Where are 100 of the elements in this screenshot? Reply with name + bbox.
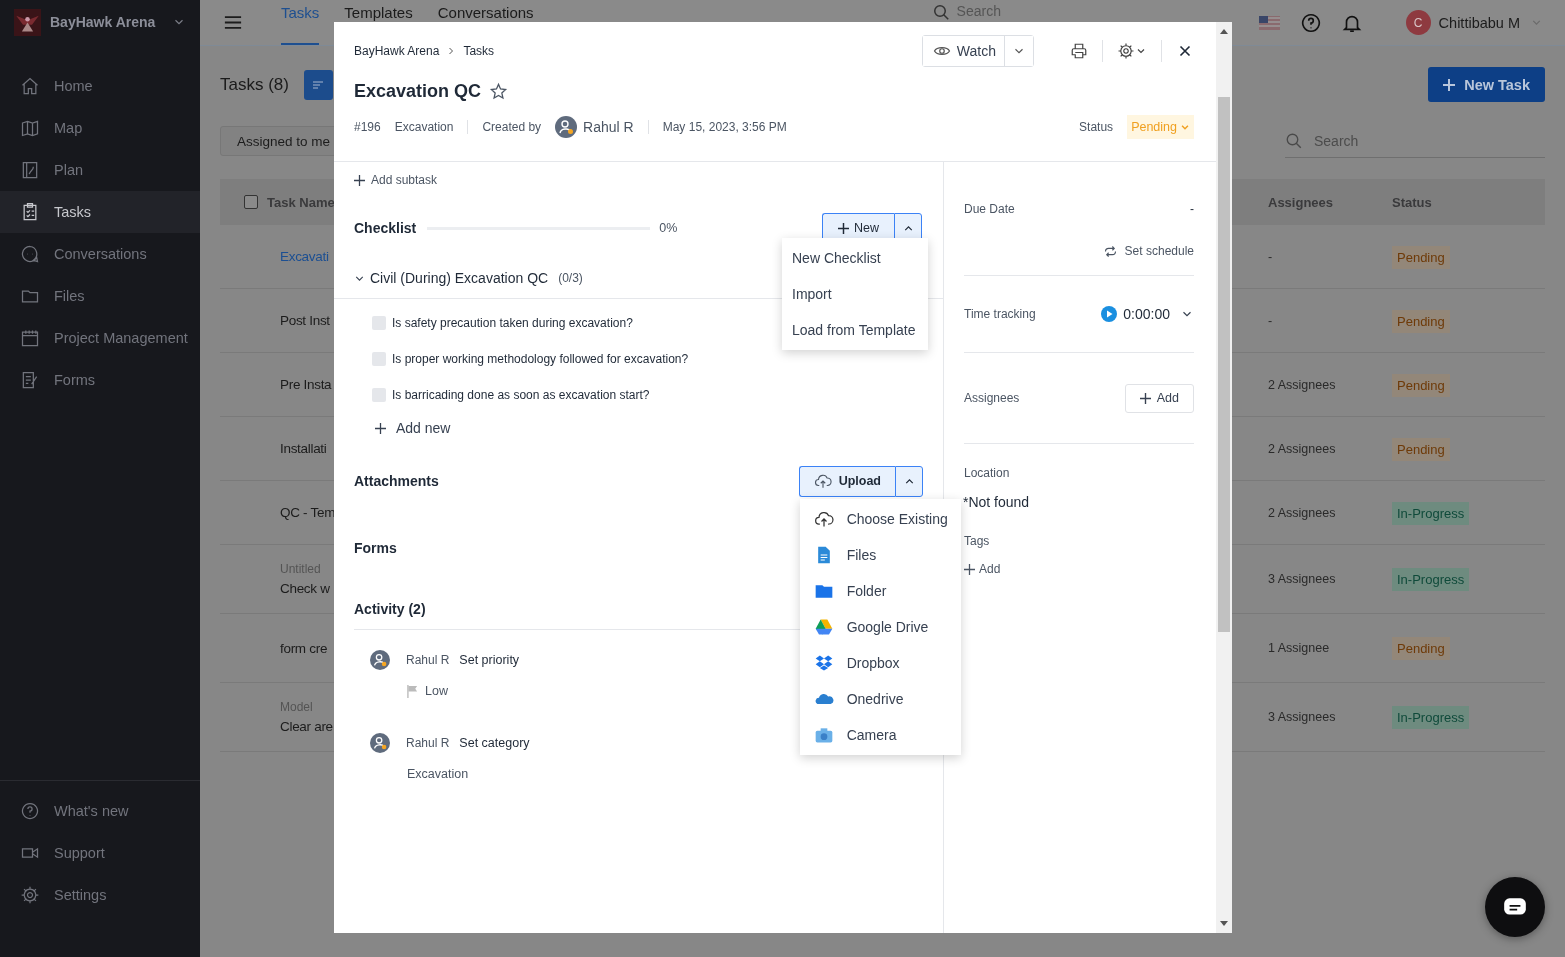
- caret-button[interactable]: [895, 465, 923, 497]
- settings-icon[interactable]: [1117, 42, 1147, 60]
- scroll-down-icon[interactable]: [1220, 921, 1228, 927]
- new-task-button[interactable]: New Task: [1428, 67, 1545, 102]
- page-title: Tasks (8): [220, 74, 289, 95]
- avatar-icon: [370, 650, 390, 670]
- chevron-down-icon: [1180, 122, 1190, 132]
- settings-icon: [20, 885, 40, 905]
- user-avatar[interactable]: C: [1405, 10, 1431, 35]
- nav-item[interactable]: Tasks: [0, 191, 200, 233]
- field-label: Due Date: [964, 202, 1015, 216]
- checkbox[interactable]: [372, 388, 386, 402]
- location-value: *Not found: [963, 494, 1030, 510]
- nav-item[interactable]: What's new: [0, 790, 200, 832]
- activity-user[interactable]: Rahul R: [406, 653, 450, 667]
- home-icon: [20, 76, 40, 96]
- help-icon: [20, 801, 40, 821]
- form-icon: [20, 370, 40, 390]
- task-name[interactable]: Clear are: [280, 719, 333, 734]
- task-name[interactable]: Installati: [280, 441, 327, 456]
- nav-item[interactable]: Home: [0, 65, 200, 107]
- scrollbar[interactable]: [1216, 22, 1232, 933]
- nav-item[interactable]: Files: [0, 275, 200, 317]
- checkbox[interactable]: [372, 316, 386, 330]
- print-icon[interactable]: [1070, 42, 1088, 60]
- view-button[interactable]: [303, 69, 333, 100]
- task-name[interactable]: Check w: [280, 581, 330, 596]
- search-icon: [933, 5, 949, 20]
- assignee-count: 1 Assignee: [1268, 641, 1330, 655]
- watch-button[interactable]: Watch: [922, 36, 1005, 66]
- set-schedule-link[interactable]: Set schedule: [1102, 243, 1194, 259]
- menu-item[interactable]: Load from Template: [782, 311, 928, 348]
- calendar-icon: [20, 328, 40, 348]
- menu-item[interactable]: Import: [782, 275, 928, 312]
- assignee-count: 2 Assignees: [1268, 377, 1336, 392]
- menu-item[interactable]: Folder: [799, 572, 961, 609]
- task-number: #196: [354, 120, 381, 134]
- checklist-group-name[interactable]: Civil (During) Excavation QC: [370, 270, 549, 286]
- section-title: Forms: [354, 540, 397, 556]
- avatar-icon: [555, 116, 578, 138]
- add-new-link[interactable]: Add new: [334, 413, 943, 443]
- upload-button[interactable]: Upload: [798, 465, 895, 497]
- flag-icon: [407, 684, 418, 698]
- status-tag: In-Progress: [1392, 501, 1470, 525]
- task-name[interactable]: Pre Insta: [280, 377, 332, 392]
- task-name[interactable]: Post Inst: [280, 313, 330, 328]
- play-icon[interactable]: [1101, 306, 1118, 322]
- logo-icon: [14, 8, 41, 36]
- menu-item[interactable]: Onedrive: [799, 680, 961, 717]
- checkbox[interactable]: [372, 352, 386, 366]
- map-icon: [20, 118, 40, 138]
- plus-icon: [354, 174, 365, 186]
- user-name[interactable]: Chittibabu M: [1438, 14, 1520, 31]
- menu-item[interactable]: Camera: [799, 716, 961, 753]
- add-subtask-link[interactable]: Add subtask: [334, 162, 943, 198]
- task-title: Excavation QC: [354, 80, 482, 102]
- nav-item[interactable]: Map: [0, 107, 200, 149]
- star-icon[interactable]: [489, 81, 509, 101]
- status-tag: Pending: [1392, 373, 1450, 397]
- scroll-up-icon[interactable]: [1220, 28, 1228, 34]
- checkbox[interactable]: [244, 195, 258, 209]
- add-assignee-button[interactable]: Add: [1124, 383, 1194, 413]
- chat-icon: [20, 244, 40, 264]
- help-icon[interactable]: [1299, 11, 1322, 34]
- assignee-count: 2 Assignees: [1268, 441, 1336, 456]
- nav-item[interactable]: Project Management: [0, 317, 200, 359]
- task-name[interactable]: form cre: [280, 640, 328, 656]
- activity-user[interactable]: Rahul R: [406, 736, 450, 750]
- menu-item[interactable]: Dropbox: [799, 644, 961, 681]
- add-tag-link[interactable]: Add: [964, 562, 1001, 576]
- breadcrumb-link[interactable]: Tasks: [463, 44, 495, 58]
- status-tag: Pending: [1392, 637, 1450, 660]
- creator-name[interactable]: Rahul R: [583, 119, 634, 135]
- flag-icon[interactable]: [1258, 15, 1280, 30]
- checklist-item: Is barricading done as soon as excavation start?: [392, 388, 650, 402]
- nav-item[interactable]: Forms: [0, 359, 200, 401]
- nav-item[interactable]: Support: [0, 832, 200, 874]
- menu-item[interactable]: Choose Existing: [799, 500, 961, 537]
- search-field[interactable]: Search: [1312, 131, 1516, 150]
- workspace-name[interactable]: BayHawk Arena: [50, 14, 163, 30]
- timer-value: 0:00:00: [1123, 306, 1170, 322]
- activity-action: Set category: [459, 736, 530, 750]
- task-category: Excavation: [394, 120, 454, 134]
- checklist-count: (0/3): [558, 271, 583, 285]
- status-tag: In-Progress: [1392, 568, 1470, 591]
- activity-detail: Excavation: [407, 767, 469, 781]
- breadcrumb-link[interactable]: BayHawk Arena: [354, 44, 440, 58]
- menu-item[interactable]: Google Drive: [799, 608, 961, 645]
- nav-item[interactable]: Settings: [0, 874, 200, 916]
- plus-icon: [1442, 77, 1457, 92]
- status-tag: Pending: [1392, 309, 1450, 333]
- field-label: Assignees: [964, 391, 1020, 405]
- menu-icon[interactable]: [224, 15, 242, 30]
- chat-button[interactable]: [1485, 877, 1545, 937]
- status-tag: Pending: [1392, 245, 1450, 269]
- nav-item[interactable]: Conversations: [0, 233, 200, 275]
- progress-percent: 0%: [659, 221, 678, 235]
- nav-item[interactable]: Plan: [0, 149, 200, 191]
- activity-detail: Low: [425, 684, 448, 698]
- menu-item[interactable]: Files: [799, 536, 961, 573]
